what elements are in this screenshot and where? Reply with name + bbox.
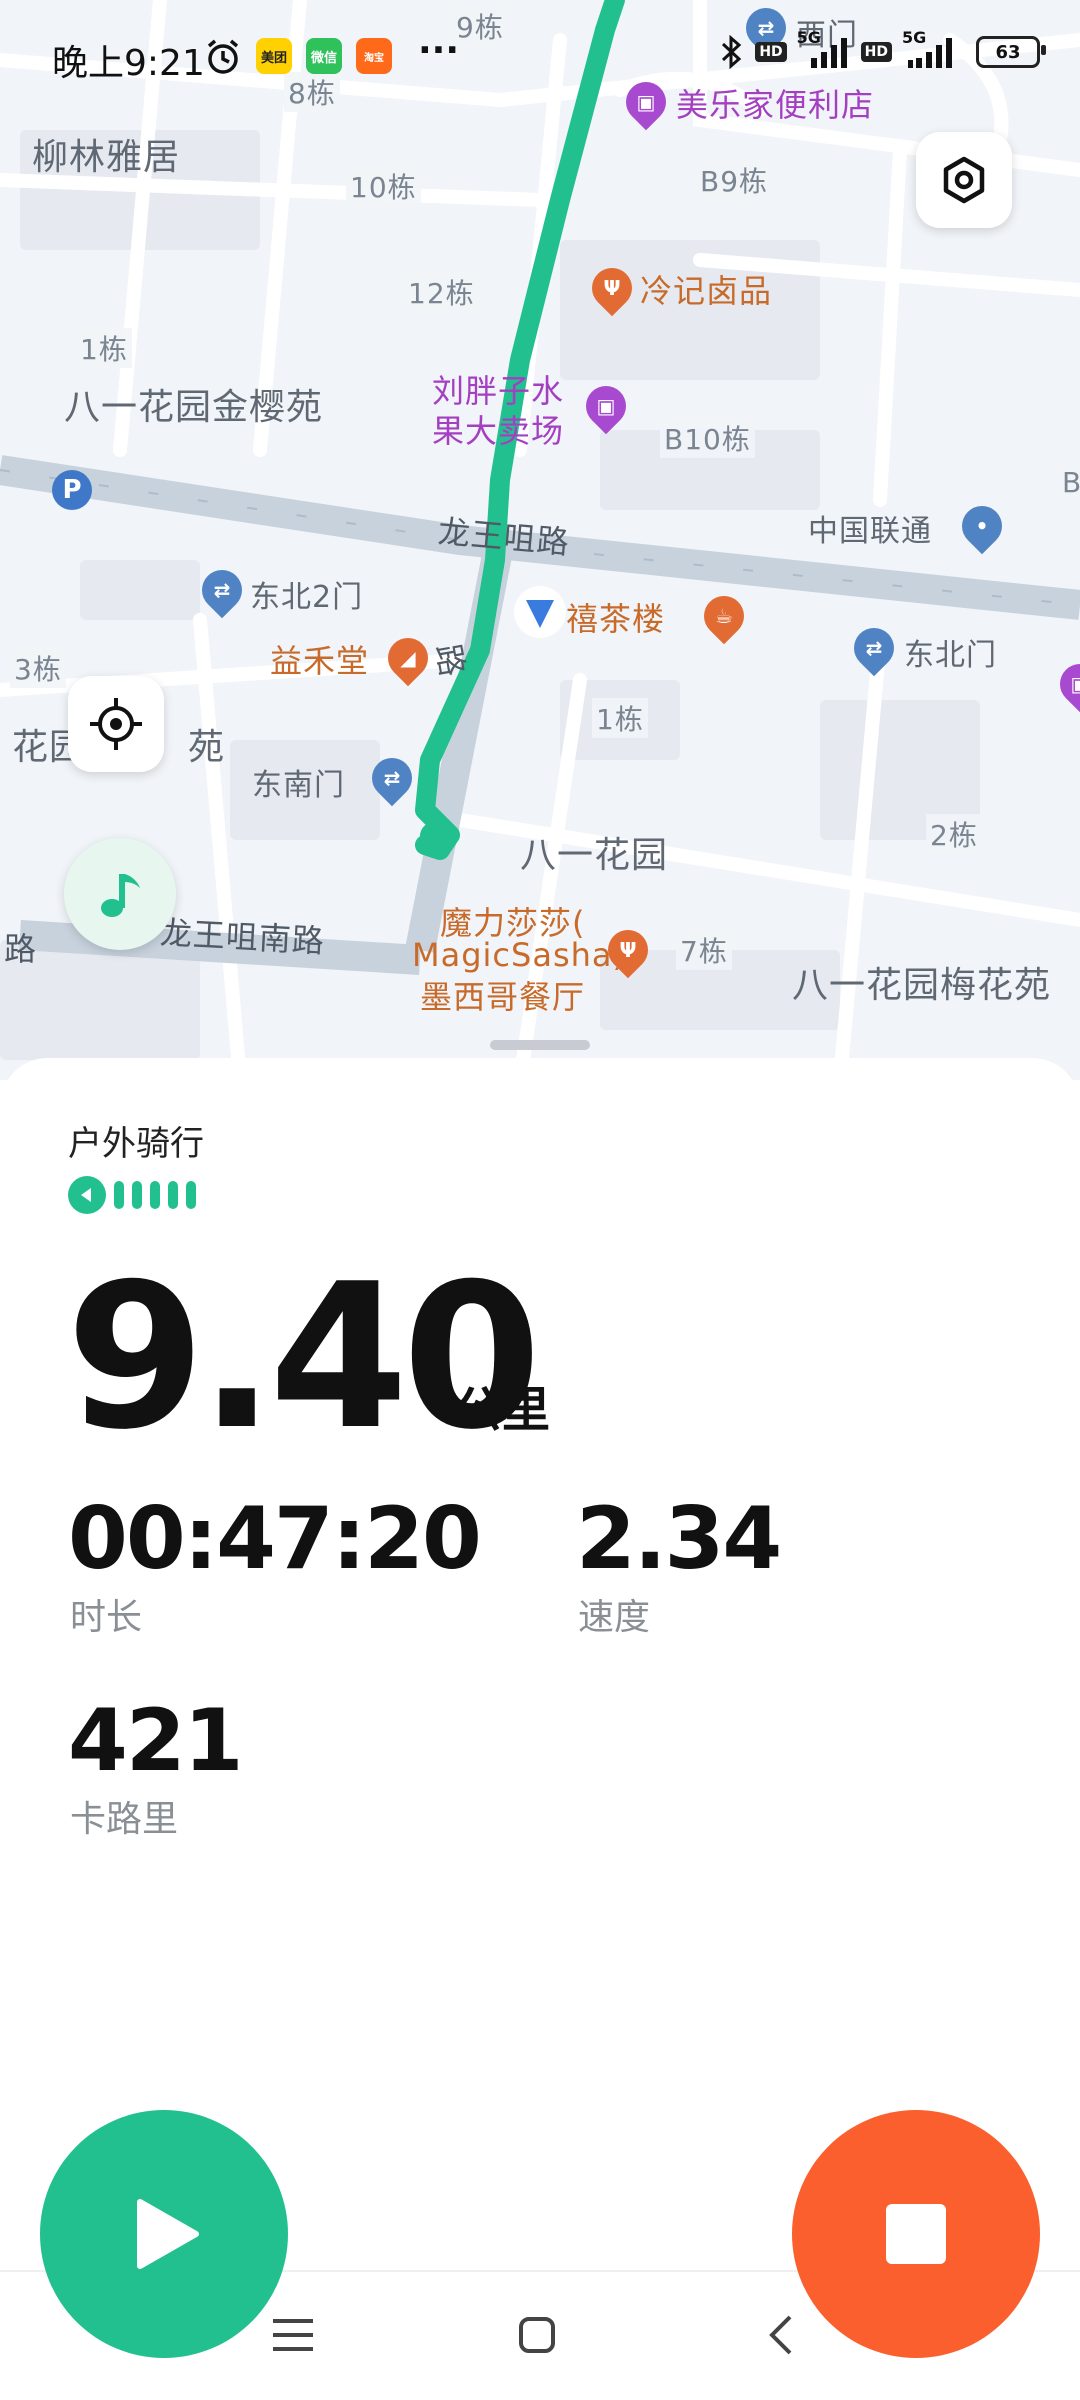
alarm-icon — [207, 39, 239, 74]
crosshair-locate-icon — [90, 698, 142, 750]
poi-label: 果大卖场 — [432, 412, 565, 450]
gps-signal-indicator — [68, 1176, 196, 1214]
resume-button[interactable] — [40, 2110, 288, 2358]
place-label: 八一花园 — [520, 835, 669, 876]
hexagon-settings-icon — [943, 156, 985, 204]
wechat-icon: 微信 — [306, 38, 342, 74]
home-nav-button[interactable] — [512, 2310, 562, 2360]
duration-label: 时长 — [70, 1597, 143, 1638]
location-arrow — [514, 586, 566, 638]
building-label: B — [1058, 466, 1080, 499]
duration-value: 00:47:20 — [68, 1489, 482, 1589]
building-label: 3栋 — [10, 648, 66, 688]
poi-label: 冷记卤品 — [640, 272, 773, 310]
speed-label: 速度 — [578, 1597, 651, 1638]
gps-bar — [168, 1181, 178, 1209]
meituan-icon: 美团 — [256, 38, 292, 74]
distance-unit: 公里 — [454, 1382, 551, 1438]
network-type: 5G — [902, 28, 927, 47]
battery-icon: 63 — [976, 36, 1046, 68]
poi-label: 东北2门 — [250, 580, 364, 615]
route-end — [420, 822, 448, 850]
music-note-icon — [101, 874, 140, 917]
hd-badge: HD — [755, 42, 787, 62]
poi-label: 中国联通 — [808, 514, 932, 549]
hamburger-icon — [273, 2319, 313, 2351]
gate-pin-icon[interactable]: ⇄ — [363, 749, 421, 807]
signal-2-icon: 5G — [902, 28, 966, 70]
poi-label: 东南门 — [252, 768, 345, 803]
back-chevron-icon — [769, 2315, 792, 2355]
locate-button[interactable] — [68, 676, 164, 772]
calories-value: 421 — [68, 1691, 244, 1791]
menu-nav-button[interactable] — [268, 2310, 318, 2360]
status-time: 晚上9:21 — [52, 43, 205, 84]
food-pin-icon[interactable]: Ψ — [583, 259, 641, 317]
settings-button[interactable] — [916, 132, 1012, 228]
building-label: 1栋 — [592, 698, 648, 738]
place-label: 苑 — [188, 727, 226, 768]
market-pin-icon[interactable]: ▣ — [577, 377, 635, 435]
place-label: 柳林雅居 — [32, 137, 181, 178]
more-notifications-icon: ··· — [418, 30, 460, 71]
calories-label: 卡路里 — [70, 1799, 179, 1840]
signal-1-icon: 5G — [797, 28, 851, 70]
square-home-icon — [519, 2317, 555, 2353]
bluetooth-icon — [722, 34, 742, 70]
route-map[interactable]: 9栋 8栋 10栋 12栋 1栋 3栋 1栋 2栋 7栋 B9栋 B10栋 B … — [0, 0, 1080, 1080]
building-label: 1栋 — [76, 328, 132, 368]
building-label: 12栋 — [404, 272, 479, 312]
music-button[interactable] — [64, 838, 176, 950]
play-icon — [137, 2199, 199, 2269]
gate-pin-icon[interactable]: ⇄ — [193, 561, 251, 619]
road-label: 路 — [4, 930, 38, 968]
poi-label: 禧茶楼 — [566, 600, 666, 638]
building-label: 10栋 — [346, 166, 421, 206]
hd-badge: HD — [860, 42, 892, 62]
building-label: B10栋 — [660, 418, 755, 458]
stop-icon — [886, 2204, 946, 2264]
stop-button[interactable] — [792, 2110, 1040, 2358]
building-label: 7栋 — [676, 930, 732, 970]
gps-bar — [132, 1181, 142, 1209]
poi-label: 东北门 — [904, 638, 997, 673]
gps-bar — [150, 1181, 160, 1209]
activity-type: 户外骑行 — [68, 1124, 204, 1164]
status-right: HD 5G HD 5G 63 — [719, 28, 1046, 70]
status-bar: 晚上9:21 美团 微信 淘宝 ··· HD 5G HD 5G 63 — [0, 0, 1080, 110]
food-pin-icon[interactable]: Ψ — [599, 921, 657, 979]
drag-handle[interactable] — [490, 1040, 590, 1050]
tea-pin-icon[interactable]: ☕ — [695, 587, 753, 645]
speed-value: 2.34 — [576, 1489, 782, 1589]
gate-pin-icon[interactable]: ⇄ — [845, 619, 903, 677]
gps-arrow-icon — [68, 1176, 106, 1214]
poi-label: MagicSasha) — [412, 936, 626, 974]
poi-pin-icon[interactable]: • — [953, 497, 1011, 555]
building-label: B9栋 — [696, 160, 773, 200]
parking-icon[interactable]: P — [52, 470, 92, 510]
place-label: 八一花园金樱苑 — [64, 387, 324, 428]
building-label: 2栋 — [926, 814, 982, 854]
gps-bar — [186, 1181, 196, 1209]
back-nav-button[interactable] — [756, 2310, 806, 2360]
poi-label: 墨西哥餐厅 — [420, 978, 586, 1016]
poi-label: 益禾堂 — [270, 642, 370, 680]
network-type: 5G — [796, 28, 821, 47]
place-label: 八一花园梅花苑 — [792, 965, 1052, 1006]
gps-bar — [114, 1181, 124, 1209]
road-label: 龙王咀南路 — [159, 913, 326, 961]
taobao-icon: 淘宝 — [356, 38, 392, 74]
